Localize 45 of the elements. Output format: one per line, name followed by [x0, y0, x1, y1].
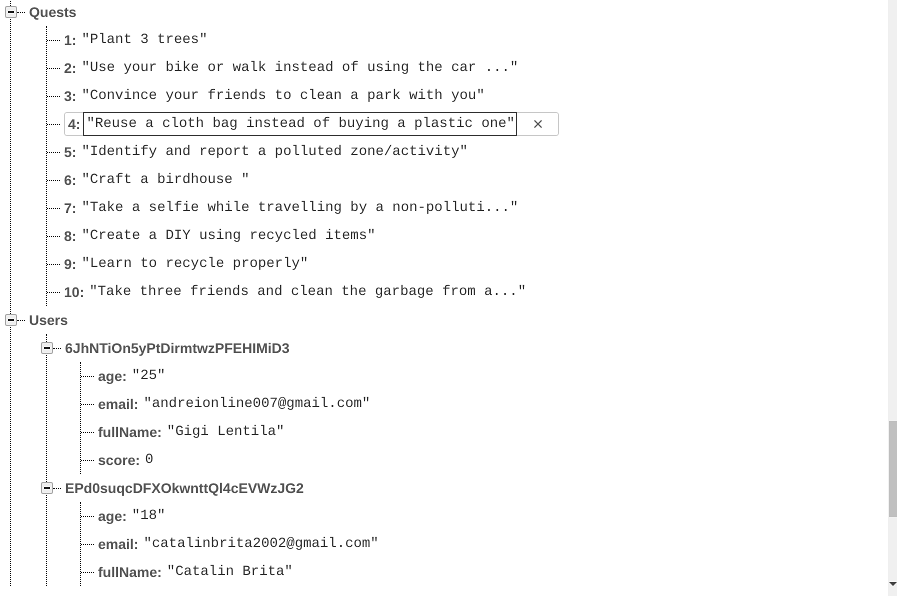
node-key: age:	[98, 506, 127, 526]
node-key: fullName:	[98, 562, 162, 582]
collapse-toggle[interactable]	[5, 6, 17, 18]
node-key: fullName:	[98, 422, 162, 442]
node-value[interactable]: "andreionline007@gmail.com"	[143, 394, 370, 414]
node-key: 2:	[64, 58, 76, 78]
scroll-down-icon[interactable]	[889, 582, 897, 586]
node-key: 8:	[64, 226, 76, 246]
node-key[interactable]: Users	[29, 310, 68, 330]
node-value[interactable]: "Convince your friends to clean a park with you"	[81, 86, 485, 106]
collapse-toggle[interactable]	[41, 342, 53, 354]
node-key: 7:	[64, 198, 76, 218]
collapse-toggle[interactable]	[41, 482, 53, 494]
cancel-button[interactable]: ×	[517, 112, 560, 136]
node-value[interactable]: 0	[145, 450, 154, 470]
collapse-toggle[interactable]	[5, 314, 17, 326]
node-value[interactable]: "Catalin Brita"	[166, 562, 293, 582]
node-key: 5:	[64, 142, 76, 162]
node-value[interactable]: "Create a DIY using recycled items"	[81, 226, 376, 246]
node-value[interactable]: "Identify and report a polluted zone/activity"	[81, 142, 468, 162]
node-key[interactable]: 6JhNTiOn5yPtDirmtwzPFEHIMiD3	[65, 338, 290, 358]
node-key[interactable]: EPd0suqcDFXOkwnttQl4cEVWzJG2	[65, 478, 304, 498]
node-value[interactable]: "Gigi Lentila"	[166, 422, 284, 442]
node-value[interactable]: "Take a selfie while travelling by a non-polluti..."	[81, 198, 518, 218]
node-value[interactable]: "Learn to recycle properly"	[81, 254, 308, 274]
node-value[interactable]: "Craft a birdhouse "	[81, 170, 250, 190]
node-key: 9:	[64, 254, 76, 274]
node-value[interactable]: "Use your bike or walk instead of using the car ..."	[81, 58, 518, 78]
value-input[interactable]: "Reuse a cloth bag instead of buying a plastic one"	[83, 112, 518, 136]
node-key: 6:	[64, 170, 76, 190]
node-key[interactable]: Quests	[29, 2, 76, 22]
node-value[interactable]: "25"	[132, 366, 166, 386]
scrollbar-thumb[interactable]	[889, 421, 897, 517]
node-value[interactable]: "Take three friends and clean the garbage from a..."	[89, 282, 526, 302]
node-key: email:	[98, 394, 138, 414]
node-key: score:	[98, 450, 140, 470]
node-key: age:	[98, 366, 127, 386]
node-key: 10:	[64, 282, 84, 302]
node-value[interactable]: "Plant 3 trees"	[81, 30, 208, 50]
node-value[interactable]: "18"	[132, 506, 166, 526]
node-key: 1:	[64, 30, 76, 50]
scrollbar[interactable]	[888, 0, 897, 596]
node-value[interactable]: "catalinbrita2002@gmail.com"	[143, 534, 379, 554]
node-key: 3:	[64, 86, 76, 106]
node-key: email:	[98, 534, 138, 554]
